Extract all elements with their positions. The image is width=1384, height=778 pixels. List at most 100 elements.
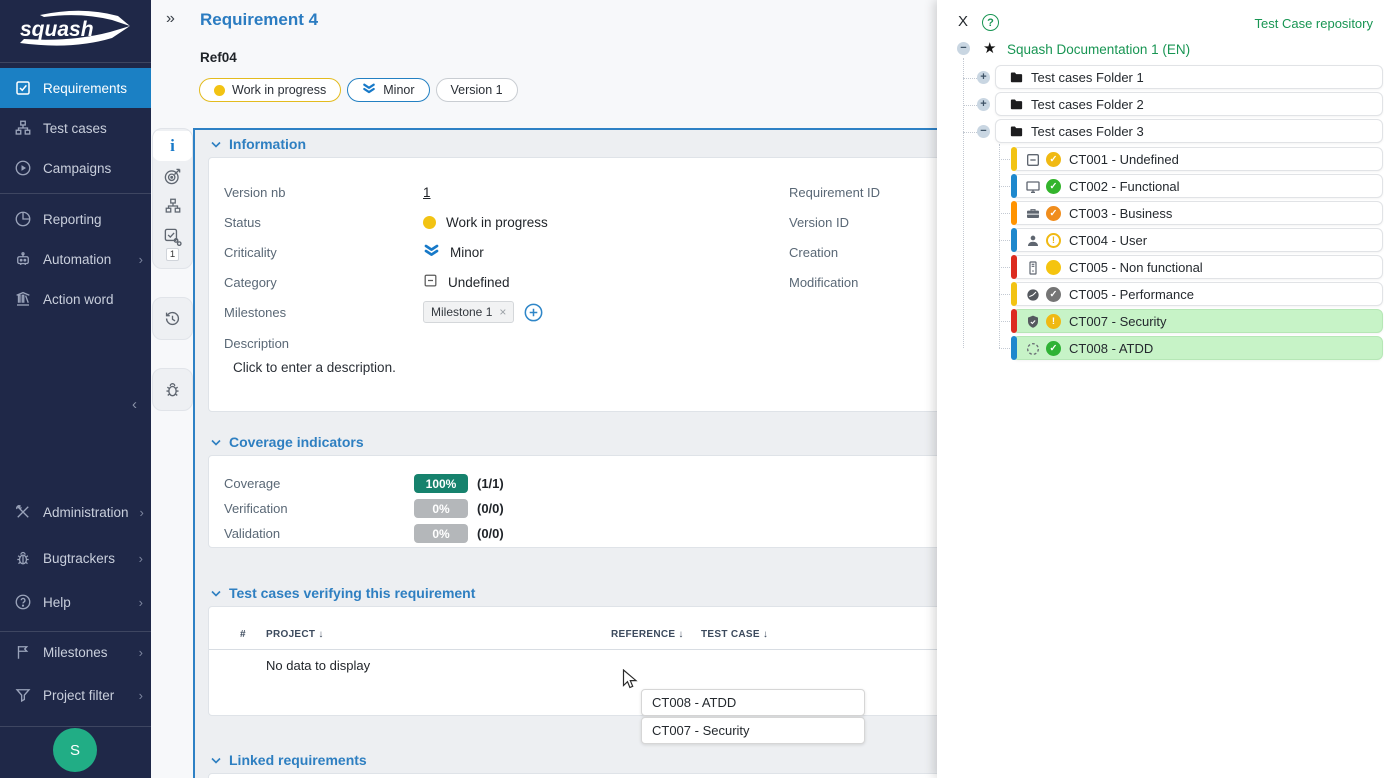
column-reference[interactable]: REFERENCE↓ [611, 629, 701, 640]
status-badge: ✓ [1046, 179, 1061, 194]
sidebar-item-action-word[interactable]: Action word [0, 279, 151, 319]
section-coverage-indicators[interactable]: Coverage indicators [195, 428, 937, 455]
tree-test-case[interactable]: ✓ CT005 - Performance [1012, 282, 1383, 306]
sidebar-item-reporting[interactable]: Reporting [0, 199, 151, 239]
tab-bugtracker[interactable] [152, 371, 193, 407]
description-placeholder[interactable]: Click to enter a description. [224, 360, 937, 375]
dashed-circle-icon [1024, 340, 1041, 357]
tree-test-case[interactable]: CT005 - Non functional [1012, 255, 1383, 279]
status-chip[interactable]: Work in progress [199, 78, 341, 102]
briefcase-icon [1024, 205, 1041, 222]
status-badge: ! [1046, 233, 1061, 248]
tree-test-case[interactable]: ✓ CT002 - Functional [1012, 174, 1383, 198]
tree-connector-line [999, 144, 1000, 348]
mouse-cursor [622, 669, 640, 696]
column-project[interactable]: PROJECT↓ [266, 629, 611, 640]
sidebar-divider [0, 726, 151, 727]
coverage-row: Coverage 100% (1/1) [224, 471, 937, 496]
verification-percent-badge: 0% [414, 499, 468, 518]
sidebar-item-milestones[interactable]: Milestones › [0, 632, 151, 672]
information-card: Version nb 1 Requirement ID Status Work … [208, 157, 937, 412]
action-word-icon [13, 290, 32, 309]
milestone-chip[interactable]: Milestone 1 × [423, 301, 514, 323]
tree-test-case-selected[interactable]: ! CT007 - Security [1012, 309, 1383, 333]
shield-icon [1024, 313, 1041, 330]
status-value[interactable]: Work in progress [423, 215, 789, 230]
drag-ghost-test-case[interactable]: CT007 - Security [641, 717, 865, 744]
squash-logo[interactable]: squash [0, 0, 151, 57]
page-title: Requirement 4 [200, 10, 318, 30]
tree-test-case[interactable]: ! CT004 - User [1012, 228, 1383, 252]
tree-test-case-selected[interactable]: ✓ CT008 - ATDD [1012, 336, 1383, 360]
category-value[interactable]: Undefined [423, 273, 789, 291]
chevron-right-icon: › [139, 252, 143, 267]
drag-ghost-test-case[interactable]: CT008 - ATDD [641, 689, 865, 716]
tab-history[interactable] [152, 300, 193, 336]
chevron-right-icon: › [139, 645, 143, 660]
criticality-chip[interactable]: Minor [347, 78, 429, 102]
sidebar-item-label: Project filter [43, 688, 114, 703]
expand-panel-icon[interactable]: » [166, 10, 175, 28]
status-badge: ✓ [1046, 152, 1061, 167]
coverage-ratio: (1/1) [477, 476, 504, 491]
column-index[interactable]: # [240, 629, 266, 640]
tree-folder[interactable]: Test cases Folder 2 [995, 92, 1383, 116]
close-panel-button[interactable]: X [958, 13, 968, 30]
section-information[interactable]: Information [195, 130, 937, 157]
help-icon[interactable]: ? [982, 14, 999, 31]
verification-ratio: (0/0) [477, 501, 504, 516]
tab-linked-test-cases[interactable] [152, 221, 193, 251]
monitor-icon [1024, 178, 1041, 195]
sidebar-item-campaigns[interactable]: Campaigns [0, 148, 151, 188]
sidebar-item-automation[interactable]: Automation › [0, 239, 151, 279]
sidebar-item-requirements[interactable]: Requirements [0, 68, 151, 108]
rail-tab-group-history [152, 297, 193, 340]
criticality-value[interactable]: Minor [423, 244, 789, 261]
version-nb-value[interactable]: 1 [423, 185, 431, 200]
collapse-toggle[interactable]: − [977, 125, 990, 138]
user-avatar[interactable]: S [53, 728, 97, 772]
folder-icon [1009, 97, 1024, 117]
chevron-down-icon [211, 757, 221, 764]
tree-folder[interactable]: Test cases Folder 3 [995, 119, 1383, 143]
tab-coverage[interactable] [152, 161, 193, 191]
sidebar-item-administration[interactable]: Administration › [0, 492, 151, 532]
tree-icon [164, 197, 182, 215]
expand-toggle[interactable]: + [977, 98, 990, 111]
requirement-reference: Ref04 [200, 50, 237, 65]
validation-row: Validation 0% (0/0) [224, 521, 937, 546]
sidebar-item-help[interactable]: Help › [0, 582, 151, 622]
repository-panel-title: Test Case repository [1255, 16, 1374, 31]
table-header-row: # PROJECT↓ REFERENCE↓ TEST CASE↓ [209, 623, 937, 645]
sidebar-item-label: Action word [43, 292, 114, 307]
remove-milestone-icon[interactable]: × [499, 305, 506, 319]
tab-hierarchy[interactable] [152, 191, 193, 221]
validation-percent-badge: 0% [414, 524, 468, 543]
sidebar-item-project-filter[interactable]: Project filter › [0, 675, 151, 715]
tree-folder[interactable]: Test cases Folder 1 [995, 65, 1383, 89]
expand-toggle[interactable]: + [977, 71, 990, 84]
sidebar-item-label: Requirements [43, 81, 127, 96]
user-icon [1024, 232, 1041, 249]
tree-test-case[interactable]: ✓ CT001 - Undefined [1012, 147, 1383, 171]
sidebar-item-label: Help [43, 595, 71, 610]
sidebar-divider [0, 193, 151, 194]
section-verifying-test-cases[interactable]: Test cases verifying this requirement [195, 579, 937, 606]
sidebar-item-bugtrackers[interactable]: Bugtrackers › [0, 538, 151, 578]
linked-requirements-card [208, 773, 937, 778]
sidebar-collapse-icon[interactable]: ‹ [132, 396, 137, 413]
status-badge: ✓ [1046, 287, 1061, 302]
version-nb-label: Version nb [224, 185, 423, 200]
version-chip[interactable]: Version 1 [436, 78, 518, 102]
sidebar-item-test-cases[interactable]: Test cases [0, 108, 151, 148]
add-milestone-button[interactable] [524, 303, 543, 322]
automation-robot-icon [13, 250, 32, 269]
sort-down-icon: ↓ [763, 629, 768, 640]
collapse-toggle[interactable]: − [957, 42, 970, 55]
column-test-case[interactable]: TEST CASE↓ [701, 629, 768, 640]
linked-test-cases-count-badge: 1 [166, 248, 179, 261]
tree-test-case[interactable]: ✓ CT003 - Business [1012, 201, 1383, 225]
tab-information[interactable]: i [152, 131, 193, 161]
section-linked-requirements[interactable]: Linked requirements [195, 746, 937, 773]
importance-color-bar [1011, 255, 1017, 279]
